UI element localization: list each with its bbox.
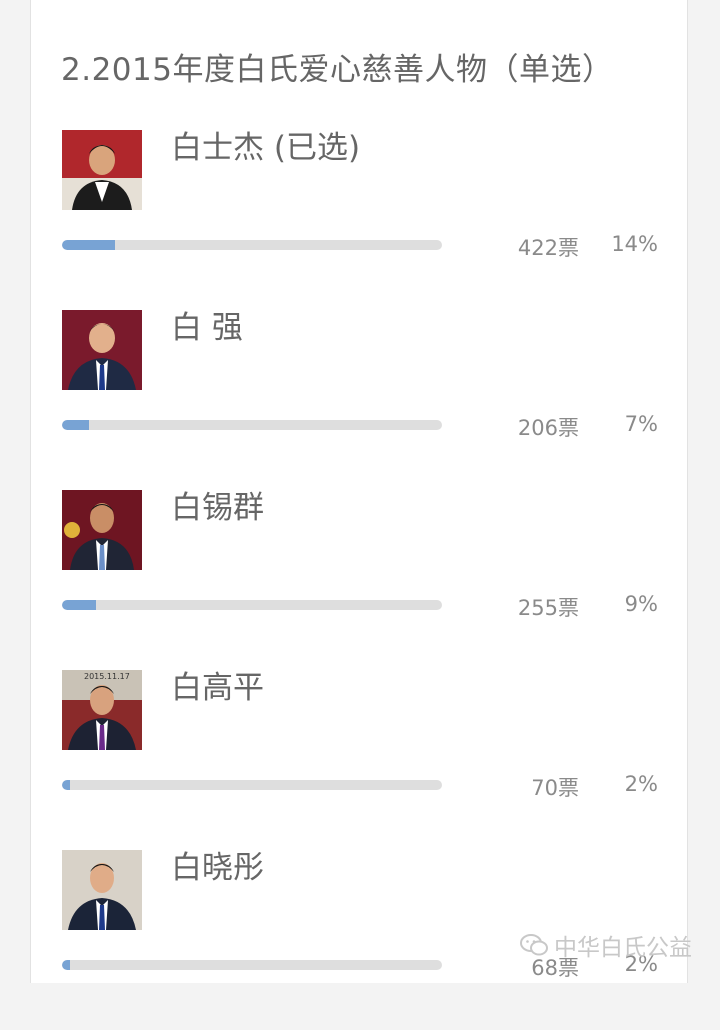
person-photo-icon <box>62 850 142 930</box>
avatar <box>62 130 142 210</box>
option-name: 白高平 <box>171 670 264 706</box>
vote-count: 70票 <box>531 776 579 800</box>
poll-option[interactable]: 2015.11.17 白高平 70票 2% <box>31 670 689 850</box>
vote-percent: 7% <box>624 412 658 436</box>
option-name: 白晓彤 <box>171 850 264 886</box>
person-photo-icon: 2015.11.17 <box>62 670 142 750</box>
poll-option[interactable]: 白 强 206票 7% <box>31 310 689 490</box>
vote-progress-fill <box>62 780 70 790</box>
option-name: 白锡群 <box>171 490 264 526</box>
avatar: 2015.11.17 <box>62 670 142 750</box>
avatar <box>62 850 142 930</box>
avatar <box>62 310 142 390</box>
vote-progress-bar <box>62 600 442 610</box>
photo-date-stamp: 2015.11.17 <box>84 672 130 681</box>
avatar <box>62 490 142 570</box>
vote-progress-bar <box>62 240 442 250</box>
vote-progress-bar <box>62 780 442 790</box>
vote-count: 422票 <box>517 236 579 260</box>
person-photo-icon <box>62 490 142 570</box>
vote-count: 206票 <box>517 416 579 440</box>
option-name: 白士杰 (已选) <box>171 130 361 166</box>
person-photo-icon <box>62 310 142 390</box>
watermark: 中华白氏公益 <box>520 928 692 962</box>
vote-progress-bar <box>62 420 442 430</box>
vote-progress-fill <box>62 240 116 250</box>
poll-title: 2.2015年度白氏爱心慈善人物（单选） <box>61 52 614 88</box>
vote-progress-fill <box>62 420 89 430</box>
watermark-text: 中华白氏公益 <box>554 935 692 961</box>
poll-option[interactable]: 白士杰 (已选) 422票 14% <box>31 130 689 310</box>
vote-progress-fill <box>62 600 97 610</box>
vote-progress-bar <box>62 960 442 970</box>
poll-card: 2.2015年度白氏爱心慈善人物（单选） 白士杰 (已选) 422票 14% 白… <box>30 0 688 983</box>
vote-count: 255票 <box>517 596 579 620</box>
person-photo-icon <box>62 130 142 210</box>
vote-percent: 9% <box>624 592 658 616</box>
option-name: 白 强 <box>171 310 243 346</box>
vote-percent: 14% <box>611 232 658 256</box>
wechat-icon <box>520 934 548 956</box>
poll-option[interactable]: 白锡群 255票 9% <box>31 490 689 670</box>
vote-progress-fill <box>62 960 70 970</box>
vote-percent: 2% <box>624 772 658 796</box>
